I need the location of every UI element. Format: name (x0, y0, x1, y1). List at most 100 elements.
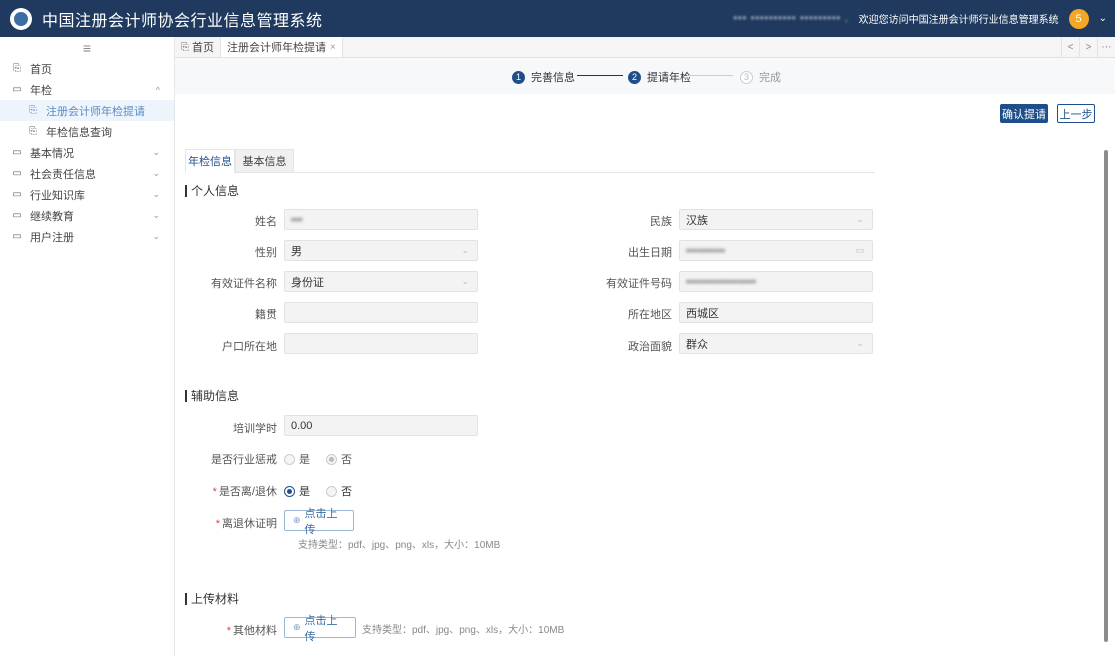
chevron-down-icon: ⌄ (152, 231, 160, 241)
political-status-label: 政治面貌 (628, 341, 672, 353)
folder-icon: ▭ (12, 84, 22, 95)
folder-icon: ▭ (12, 168, 22, 179)
chevron-down-icon: ⌄ (856, 338, 864, 348)
tab-home[interactable]: ⎘ 首页 (175, 37, 221, 57)
user-info: ▪▪▪ ▪▪▪▪▪▪▪▪▪▪ ▪▪▪▪▪▪▪▪▪ , (733, 13, 849, 24)
chevron-left-icon[interactable]: < (1061, 37, 1079, 58)
step-1: 1 完善信息 (512, 69, 575, 85)
step-3: 3 完成 (740, 69, 781, 85)
native-place-field[interactable] (284, 302, 478, 323)
chevron-down-icon: ⌄ (152, 210, 160, 220)
section-title-personal: 个人信息 (185, 182, 239, 199)
sidebar-item-annual-check-query[interactable]: ⎘ 年检信息查询 (0, 121, 174, 142)
retirement-proof-upload-button[interactable]: ⊕ 点击上传 (284, 508, 354, 536)
tab-basic-info[interactable]: 基本信息 (235, 149, 294, 173)
tab-label: 首页 (192, 42, 214, 54)
sidebar-item-knowledge-base[interactable]: ▭ 行业知识库 ⌄ (0, 184, 174, 205)
retirement-proof-label: * 离退休证明 (215, 518, 277, 530)
sidebar-item-social-responsibility[interactable]: ▭ 社会责任信息 ⌄ (0, 163, 174, 184)
notification-badge[interactable]: 5 (1068, 8, 1089, 29)
other-materials-upload-button[interactable]: ⊕ 点击上传 (284, 615, 356, 643)
tab-label: 注册会计师年检提请 (227, 42, 326, 54)
training-hours-field[interactable]: 0.00 (284, 415, 478, 436)
discipline-label: 是否行业惩戒 (211, 454, 277, 466)
form-tabs: 年检信息 基本信息 (185, 149, 875, 173)
upload-hint: 支持类型：pdf、jpg、png、xls，大小：10MB (362, 625, 565, 636)
chevron-down-icon: ⌄ (461, 245, 469, 255)
tab-annual-check-request[interactable]: 注册会计师年检提请 × (221, 37, 343, 57)
name-label: 姓名 (255, 216, 277, 228)
more-icon[interactable]: ⋯ (1097, 37, 1115, 58)
discipline-no-radio[interactable]: 否 (326, 451, 352, 467)
sidebar-item-label: 年检信息查询 (46, 126, 112, 139)
chevron-down-icon: ⌄ (152, 147, 160, 157)
chevron-down-icon: ⌄ (152, 189, 160, 199)
id-type-select[interactable]: 身份证 ⌄ (284, 271, 478, 292)
sidebar-item-label: 行业知识库 (30, 189, 85, 202)
menu-toggle-icon[interactable]: ≡ (0, 37, 174, 58)
id-type-label: 有效证件名称 (211, 278, 277, 290)
app-title: 中国注册会计师协会行业信息管理系统 (42, 12, 323, 30)
hukou-field[interactable] (284, 333, 478, 354)
close-icon[interactable]: × (330, 42, 336, 53)
sidebar-item-label: 用户注册 (30, 231, 74, 244)
app-logo (10, 7, 32, 30)
sidebar-item-label: 社会责任信息 (30, 168, 96, 181)
retired-yes-radio[interactable]: 是 (284, 483, 310, 499)
document-icon: ⎘ (29, 105, 37, 116)
birth-date-field[interactable]: ▪▪▪▪▪▪▪▪▪▪ ▭ (679, 240, 873, 261)
sidebar-item-annual-check[interactable]: ▭ 年检 ^ (0, 79, 174, 100)
section-title-aux: 辅助信息 (185, 387, 239, 404)
retired-label: * 是否离/退休 (212, 486, 277, 498)
top-bar: 中国注册会计师协会行业信息管理系统 ▪▪▪ ▪▪▪▪▪▪▪▪▪▪ ▪▪▪▪▪▪▪… (0, 0, 1115, 37)
sidebar-item-label: 首页 (30, 63, 52, 76)
chevron-right-icon[interactable]: > (1079, 37, 1097, 58)
sidebar-item-label: 年检 (30, 84, 52, 97)
tab-annual-check-info[interactable]: 年检信息 (185, 149, 235, 173)
steps-bar: 1 完善信息 2 提请年检 3 完成 (175, 58, 1115, 94)
ethnicity-select[interactable]: 汉族 ⌄ (679, 209, 873, 230)
ethnicity-label: 民族 (650, 216, 672, 228)
tab-bar: ⎘ 首页 注册会计师年检提请 × < > ⋯ (175, 37, 1115, 58)
sidebar-item-label: 继续教育 (30, 210, 74, 223)
folder-icon: ▭ (12, 147, 22, 158)
region-field[interactable]: 西城区 (679, 302, 873, 323)
discipline-yes-radio[interactable]: 是 (284, 451, 310, 467)
document-icon: ⎘ (181, 41, 189, 53)
sidebar-item-basic-info[interactable]: ▭ 基本情况 ⌄ (0, 142, 174, 163)
retired-no-radio[interactable]: 否 (326, 483, 352, 499)
other-materials-label: * 其他材料 (226, 625, 277, 637)
section-title-uploads: 上传材料 (185, 590, 239, 607)
document-icon: ⎘ (13, 63, 21, 74)
political-status-select[interactable]: 群众 ⌄ (679, 333, 873, 354)
welcome-text: 欢迎您访问中国注册会计师行业信息管理系统 (858, 15, 1059, 26)
sidebar-item-user-registration[interactable]: ▭ 用户注册 ⌄ (0, 226, 174, 247)
step-connector (577, 75, 623, 76)
training-hours-label: 培训学时 (233, 423, 277, 435)
sidebar-item-home[interactable]: ⎘ 首页 (0, 58, 174, 79)
main-content: 1 完善信息 2 提请年检 3 完成 确认提请 上一步 年检信息 基本信息 个人… (175, 58, 1115, 656)
sidebar-item-label: 注册会计师年检提请 (46, 105, 145, 118)
name-field[interactable]: ▪▪▪ (284, 209, 478, 230)
sidebar: ≡ ⎘ 首页 ▭ 年检 ^ ⎘ 注册会计师年检提请 ⎘ 年检信息查询 ▭ 基本情… (0, 37, 175, 656)
confirm-submit-button[interactable]: 确认提请 (1000, 104, 1048, 123)
document-icon: ⎘ (29, 126, 37, 137)
region-label: 所在地区 (628, 309, 672, 321)
id-number-label: 有效证件号码 (606, 278, 672, 290)
hukou-label: 户口所在地 (222, 341, 277, 353)
sidebar-item-continuing-education[interactable]: ▭ 继续教育 ⌄ (0, 205, 174, 226)
birth-date-label: 出生日期 (628, 247, 672, 259)
gender-select[interactable]: 男 ⌄ (284, 240, 478, 261)
upload-icon: ⊕ (293, 515, 301, 525)
sidebar-item-annual-check-request[interactable]: ⎘ 注册会计师年检提请 (0, 100, 174, 121)
chevron-down-icon[interactable]: ⌄ (1099, 13, 1107, 24)
gender-label: 性别 (255, 247, 277, 259)
scrollbar[interactable] (1104, 150, 1108, 642)
chevron-down-icon: ⌄ (856, 214, 864, 224)
previous-step-button[interactable]: 上一步 (1057, 104, 1095, 123)
step-2: 2 提请年检 (628, 69, 691, 85)
upload-icon: ⊕ (293, 622, 301, 632)
sidebar-item-label: 基本情况 (30, 147, 74, 160)
id-number-field[interactable]: ▪▪▪▪▪▪▪▪▪▪▪▪▪▪▪▪▪▪ (679, 271, 873, 292)
upload-hint: 支持类型：pdf、jpg、png、xls，大小：10MB (298, 540, 501, 551)
